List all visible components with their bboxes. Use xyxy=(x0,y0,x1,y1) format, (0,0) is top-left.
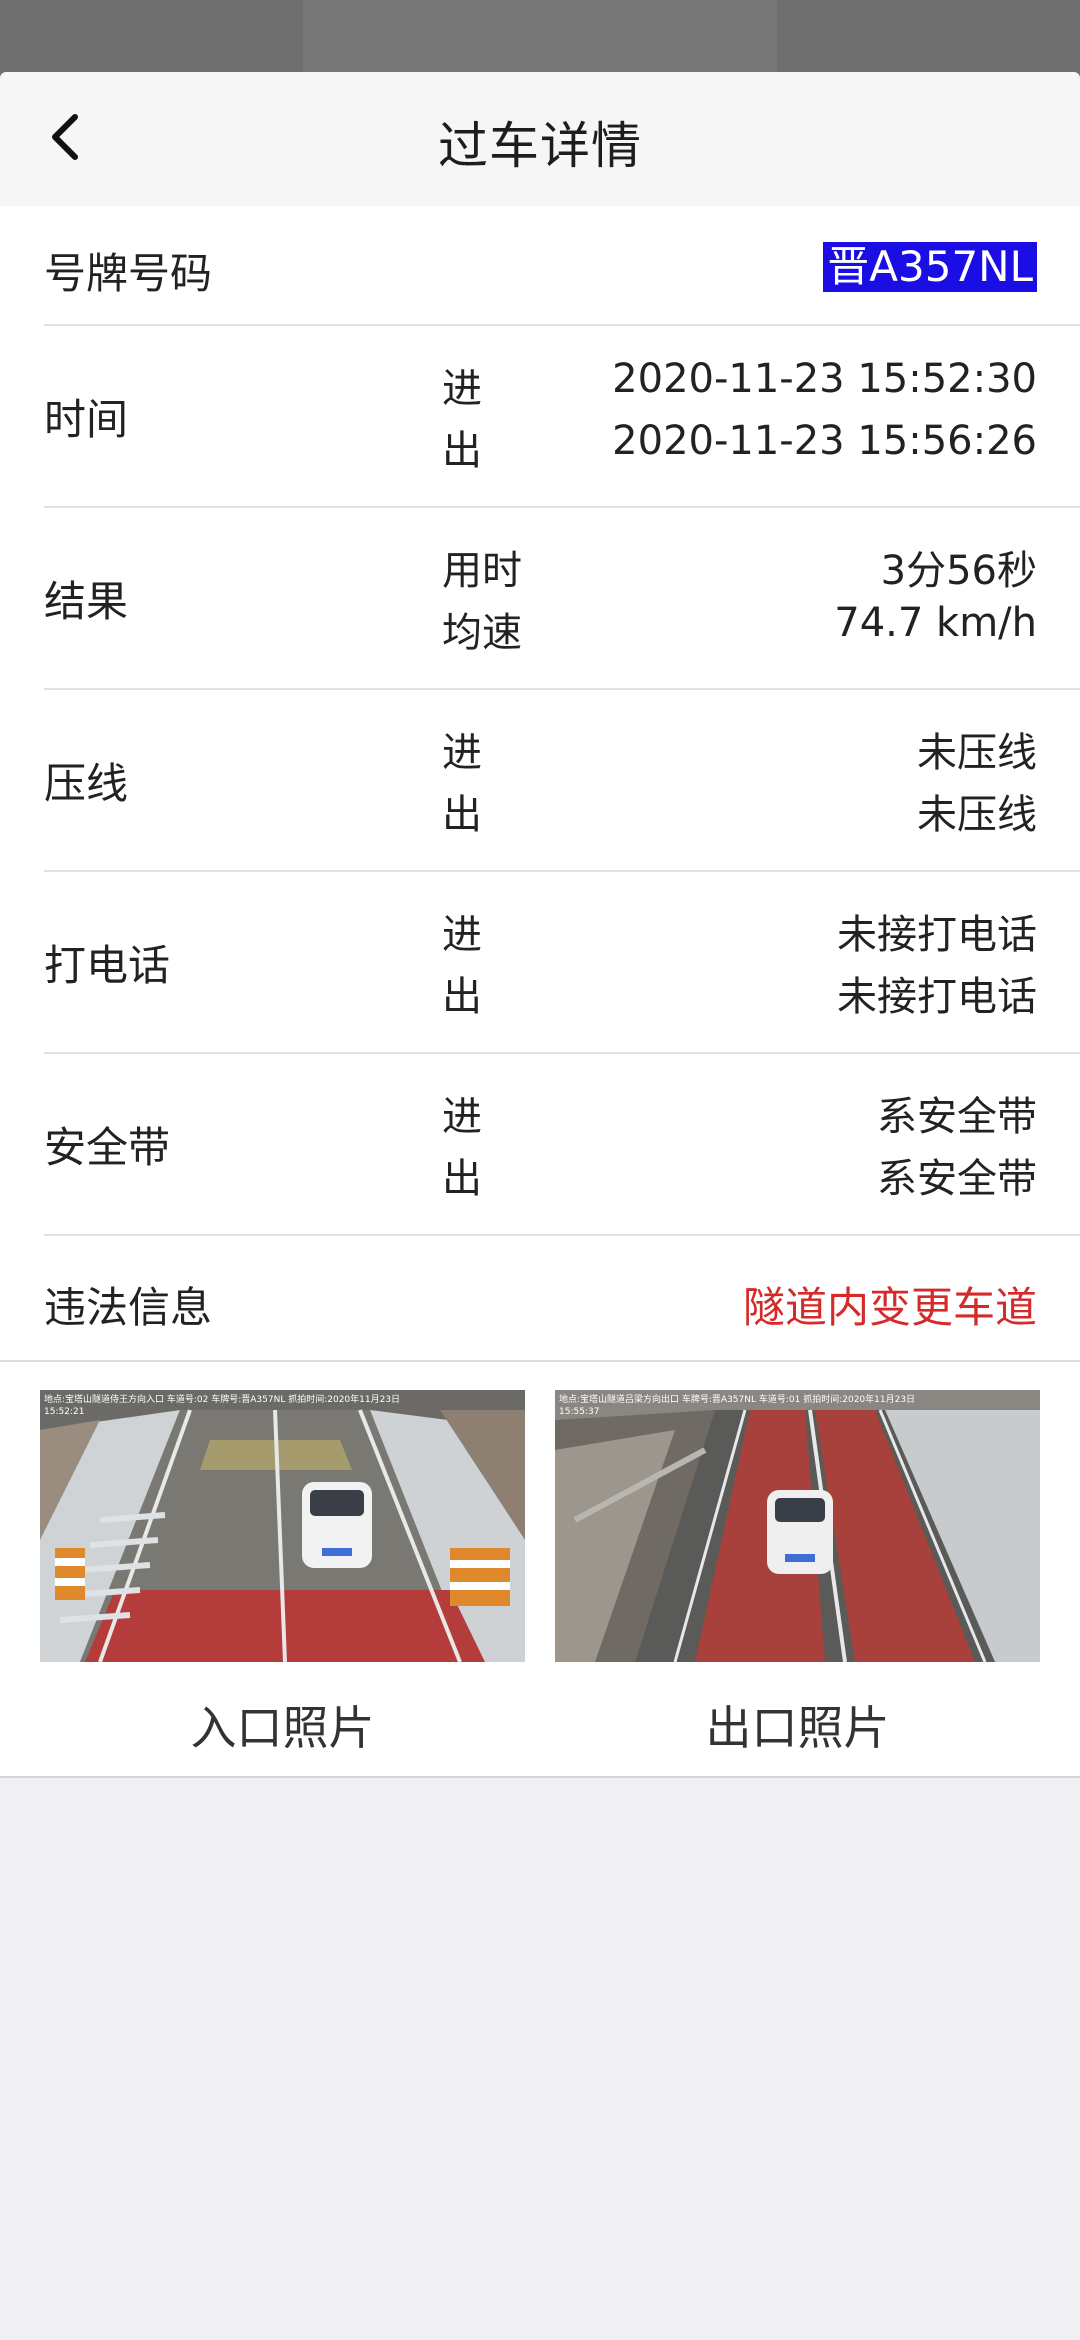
exit-overlay-time: 15:55:37 xyxy=(559,1407,599,1417)
status-bar xyxy=(0,0,1080,82)
row-seatbelt: 安全带 进 系安全带 出 系安全带 xyxy=(44,1052,1080,1236)
card-bottom-border xyxy=(0,1776,1080,1778)
row-line-crossing: 压线 进 未压线 出 未压线 xyxy=(44,688,1080,872)
row-result: 结果 用时 3分56秒 均速 74.7 km/h xyxy=(44,506,1080,690)
sub-label-entry: 进 xyxy=(442,730,482,776)
violation-row: 违法信息 隧道内变更车道 xyxy=(44,1240,1080,1360)
sub-label-exit: 出 xyxy=(442,974,482,1020)
entry-time-value: 2020-11-23 15:52:30 xyxy=(612,356,1037,402)
sub-label-duration: 用时 xyxy=(442,548,522,594)
speed-value: 74.7 km/h xyxy=(834,600,1037,646)
exit-photo-caption: 出口照片 xyxy=(705,1701,890,1755)
entry-line-value: 未压线 xyxy=(917,730,1037,776)
nav-bar: 过车详情 xyxy=(0,72,1080,206)
violation-label: 违法信息 xyxy=(44,1283,213,1332)
exit-line-value: 未压线 xyxy=(917,792,1037,838)
sub-label-entry: 进 xyxy=(442,366,482,412)
plate-label: 号牌号码 xyxy=(44,249,213,298)
duration-value: 3分56秒 xyxy=(880,548,1037,594)
detail-card: 号牌号码 晋A357NL 时间 进 2020-11-23 15:52:30 出 … xyxy=(0,206,1080,1776)
exit-seatbelt-value: 系安全带 xyxy=(877,1156,1037,1202)
row-label: 打电话 xyxy=(44,941,171,990)
exit-photo[interactable]: 地点:宝塔山隧道吕梁方向出口 车牌号:晋A357NL 车道号:01 抓拍时间:2… xyxy=(555,1390,1040,1662)
entry-seatbelt-value: 系安全带 xyxy=(877,1094,1037,1140)
status-bar-left xyxy=(0,0,303,82)
sub-label-entry: 进 xyxy=(442,912,482,958)
row-label: 安全带 xyxy=(44,1123,171,1172)
plate-number[interactable]: 晋A357NL xyxy=(823,242,1037,292)
entry-photo-caption: 入口照片 xyxy=(190,1701,375,1755)
exit-phone-value: 未接打电话 xyxy=(837,974,1037,1020)
violation-value: 隧道内变更车道 xyxy=(742,1283,1037,1332)
row-label: 时间 xyxy=(44,395,129,444)
entry-phone-value: 未接打电话 xyxy=(837,912,1037,958)
exit-time-value: 2020-11-23 15:56:26 xyxy=(612,418,1037,464)
page-title: 过车详情 xyxy=(438,117,642,175)
exit-overlay-text: 地点:宝塔山隧道吕梁方向出口 车牌号:晋A357NL 车道号:01 抓拍时间:2… xyxy=(559,1393,915,1405)
entry-photo[interactable]: 地点:宝塔山隧道侍王方向入口 车道号:02 车牌号:晋A357NL 抓拍时间:2… xyxy=(40,1390,525,1662)
sub-label-entry: 进 xyxy=(442,1094,482,1140)
row-label: 压线 xyxy=(44,759,129,808)
sub-label-speed: 均速 xyxy=(442,610,522,656)
status-bar-right xyxy=(777,0,1080,82)
row-phone: 打电话 进 未接打电话 出 未接打电话 xyxy=(44,870,1080,1054)
divider xyxy=(0,1360,1080,1362)
exit-photo-image: 地点:宝塔山隧道吕梁方向出口 车牌号:晋A357NL 车道号:01 抓拍时间:2… xyxy=(555,1390,1040,1662)
sub-label-exit: 出 xyxy=(442,428,482,474)
plate-row: 号牌号码 晋A357NL xyxy=(44,206,1080,326)
entry-photo-image: 地点:宝塔山隧道侍王方向入口 车道号:02 车牌号:晋A357NL 抓拍时间:2… xyxy=(40,1390,525,1662)
entry-overlay-time: 15:52:21 xyxy=(44,1407,84,1417)
sub-label-exit: 出 xyxy=(442,1156,482,1202)
sub-label-exit: 出 xyxy=(442,792,482,838)
row-time: 时间 进 2020-11-23 15:52:30 出 2020-11-23 15… xyxy=(44,324,1080,508)
row-label: 结果 xyxy=(44,577,129,626)
entry-overlay-text: 地点:宝塔山隧道侍王方向入口 车道号:02 车牌号:晋A357NL 抓拍时间:2… xyxy=(44,1393,400,1405)
